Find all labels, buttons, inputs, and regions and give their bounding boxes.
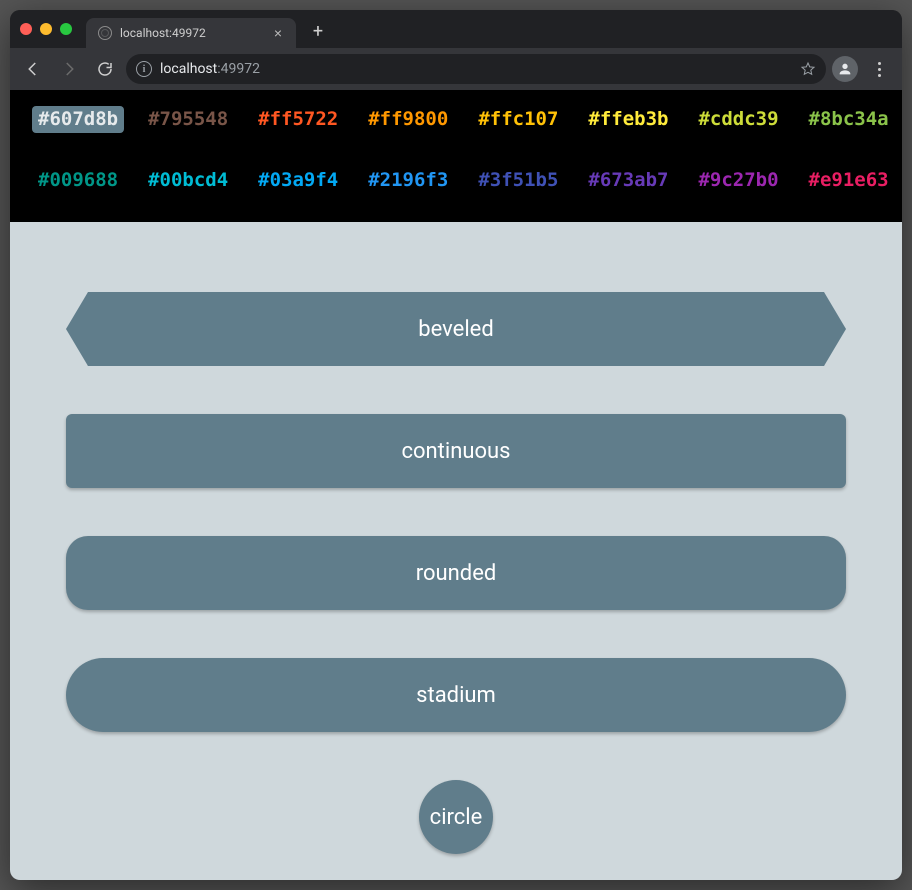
back-button[interactable]: [18, 54, 48, 84]
address-bar[interactable]: i localhost:49972: [126, 54, 826, 84]
shape-row: beveled: [40, 292, 872, 366]
site-info-icon[interactable]: i: [136, 61, 152, 77]
window-close-button[interactable]: [20, 23, 32, 35]
color-swatch[interactable]: #00bcd4: [142, 167, 234, 194]
reload-icon: [96, 60, 114, 78]
color-swatch[interactable]: #cddc39: [692, 106, 784, 133]
shape-label: continuous: [401, 439, 510, 464]
close-icon[interactable]: ×: [270, 24, 286, 42]
color-swatch[interactable]: #3f51b5: [472, 167, 564, 194]
shape-circle[interactable]: circle: [419, 780, 493, 854]
color-swatch[interactable]: #ff5722: [252, 106, 344, 133]
color-swatch[interactable]: #2196f3: [362, 167, 454, 194]
shape-continuous[interactable]: continuous: [66, 414, 846, 488]
reload-button[interactable]: [90, 54, 120, 84]
swatch-row: #009688 #00bcd4 #03a9f4 #2196f3 #3f51b5 #673a…: [32, 167, 880, 194]
color-swatch[interactable]: #9c27b0: [692, 167, 784, 194]
url-port: :49972: [217, 61, 260, 77]
shape-label: beveled: [418, 317, 494, 342]
bookmark-button[interactable]: [800, 61, 816, 77]
color-swatch[interactable]: #ffc107: [472, 106, 564, 133]
shape-label: stadium: [416, 683, 496, 708]
arrow-left-icon: [24, 60, 42, 78]
swatch-row: #607d8b #795548 #ff5722 #ff9800 #ffc107 #ffeb…: [32, 106, 880, 133]
profile-button[interactable]: [832, 56, 858, 82]
star-icon: [800, 61, 816, 77]
shape-row: continuous: [40, 414, 872, 488]
kebab-icon: [878, 62, 881, 77]
shape-row: rounded: [40, 536, 872, 610]
color-swatch[interactable]: #8bc34a: [803, 106, 895, 133]
color-swatch[interactable]: #795548: [142, 106, 234, 133]
color-swatch-panel: #607d8b #795548 #ff5722 #ff9800 #ffc107 #ffeb…: [10, 90, 902, 222]
browser-toolbar: i localhost:49972: [10, 48, 902, 90]
shape-beveled[interactable]: beveled: [66, 292, 846, 366]
color-swatch[interactable]: #03a9f4: [252, 167, 344, 194]
browser-menu-button[interactable]: [864, 54, 894, 84]
color-swatch[interactable]: #e91e63: [803, 167, 895, 194]
page-viewport: #607d8b #795548 #ff5722 #ff9800 #ffc107 #ffeb…: [10, 90, 902, 880]
forward-button[interactable]: [54, 54, 84, 84]
tab-strip: localhost:49972 × +: [10, 10, 902, 48]
shape-row: circle: [40, 780, 872, 854]
shape-rounded[interactable]: rounded: [66, 536, 846, 610]
url-host: localhost: [160, 61, 217, 77]
tab-title: localhost:49972: [120, 26, 262, 40]
shape-label: circle: [430, 805, 483, 830]
person-icon: [837, 61, 853, 77]
browser-tab[interactable]: localhost:49972 ×: [86, 18, 296, 48]
shapes-panel: beveled continuous rounded stadium circle: [10, 222, 902, 880]
color-swatch[interactable]: #673ab7: [582, 167, 674, 194]
new-tab-button[interactable]: +: [304, 17, 332, 45]
shape-row: stadium: [40, 658, 872, 732]
window-minimize-button[interactable]: [40, 23, 52, 35]
color-swatch[interactable]: #607d8b: [32, 106, 124, 133]
arrow-right-icon: [60, 60, 78, 78]
window-zoom-button[interactable]: [60, 23, 72, 35]
shape-label: rounded: [416, 561, 497, 586]
color-swatch[interactable]: #ffeb3b: [582, 106, 674, 133]
browser-window: localhost:49972 × + i localhost:49972: [10, 10, 902, 880]
color-swatch[interactable]: #ff9800: [362, 106, 454, 133]
shape-stadium[interactable]: stadium: [66, 658, 846, 732]
color-swatch[interactable]: #009688: [32, 167, 124, 194]
globe-icon: [98, 26, 112, 40]
window-controls: [20, 23, 72, 35]
